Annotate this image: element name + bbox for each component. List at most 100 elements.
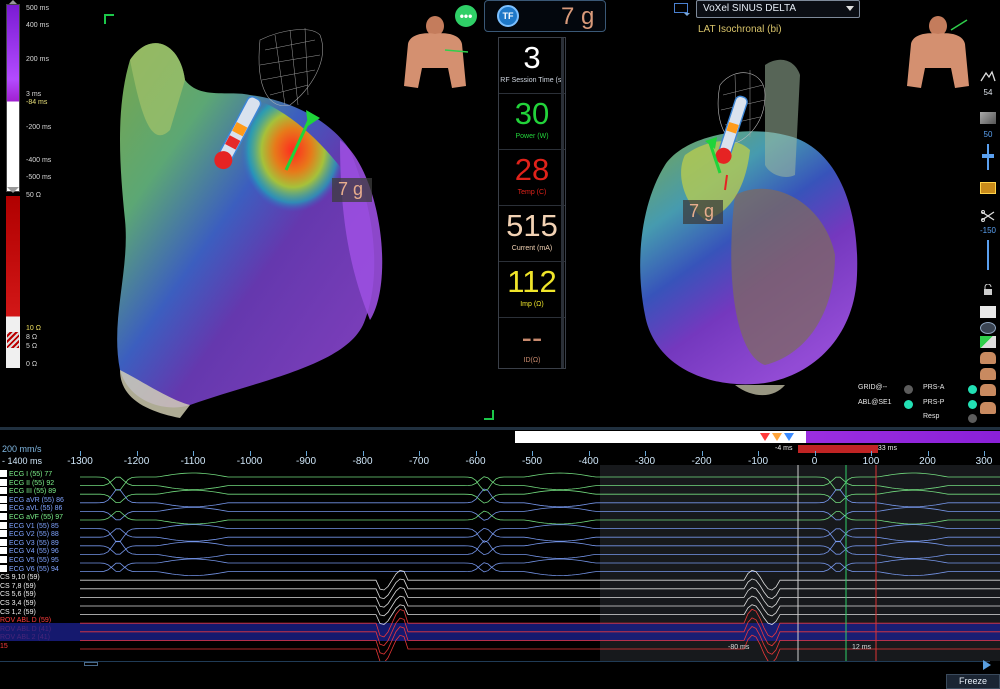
ecg-waveforms[interactable] — [0, 465, 1000, 661]
ellipsis-icon: ••• — [455, 5, 477, 27]
tf-badge: TF — [497, 5, 519, 27]
left-force-value: 7 g — [338, 179, 364, 199]
time-axis-tick-label: -800 — [352, 456, 373, 467]
id-metric: -- ID(Ω) — [499, 318, 565, 374]
view-sphere-icon[interactable] — [980, 322, 996, 334]
time-axis-tick — [80, 451, 81, 456]
current-label: Current (mA) — [511, 245, 553, 252]
torso-back-icon[interactable] — [980, 402, 996, 414]
time-axis-tick-label: 200 — [919, 456, 936, 467]
grid-status-dot — [904, 385, 913, 394]
right-heart-3d-map[interactable] — [625, 55, 865, 405]
time-axis-tick — [645, 451, 646, 456]
time-axis-tick-label: -1100 — [180, 456, 206, 467]
menu-badge[interactable]: ••• — [455, 5, 477, 27]
time-axis-tick — [136, 451, 138, 456]
opacity-icon[interactable] — [980, 112, 996, 124]
prs-p-label: PRS-P — [923, 399, 945, 406]
left-force-badge: 7 g — [332, 178, 372, 202]
imp-scale-label: 0 Ω — [26, 361, 38, 368]
active-window-bar[interactable] — [798, 445, 878, 453]
prs-a-label: PRS-A — [923, 384, 945, 391]
freeze-button[interactable]: Freeze — [946, 674, 1000, 689]
time-axis-tick-label: -200 — [691, 456, 712, 467]
torso-right-icon[interactable] — [980, 384, 996, 396]
tag-icon[interactable] — [980, 336, 996, 348]
time-axis-tick-label: -1300 — [67, 456, 93, 467]
viewport-corner — [104, 14, 114, 24]
torso-orientation-icon[interactable] — [400, 16, 470, 94]
impedance-metric: 112 Imp (Ω) — [499, 262, 565, 318]
time-axis-tick — [758, 451, 759, 456]
current-value: 515 — [506, 208, 558, 243]
threshold-slider[interactable] — [987, 240, 989, 270]
contact-force-header[interactable]: TF 7 g — [484, 0, 606, 32]
scrollbar-thumb[interactable] — [84, 662, 98, 666]
peak-value: 54 — [983, 88, 993, 97]
left-heart-3d-map[interactable] — [110, 20, 400, 420]
time-axis-tick — [871, 451, 872, 456]
power-value: 30 — [514, 96, 550, 131]
temp-value: 28 — [514, 152, 550, 187]
time-axis-tick-label: -500 — [521, 456, 543, 467]
dropdown-toggle-icon[interactable] — [980, 306, 996, 318]
time-axis-tick-label: -700 — [408, 456, 430, 467]
time-axis-tick-label: -100 — [747, 456, 769, 467]
time-axis-tick — [814, 451, 816, 456]
id-label: ID(Ω) — [523, 357, 541, 364]
impedance-value: 112 — [507, 264, 557, 299]
opacity-slider-handle[interactable] — [982, 154, 994, 158]
id-value: -- — [521, 320, 543, 355]
torso-front-icon[interactable] — [980, 352, 996, 364]
time-axis-tick-label: 100 — [862, 456, 880, 467]
time-axis-tick-label: 300 — [975, 456, 993, 467]
right-force-value: 7 g — [689, 201, 715, 221]
imp-scale-label: 50 Ω — [26, 192, 41, 199]
right-toolbar: 54 50 -150 — [976, 70, 1000, 430]
chevron-down-icon — [846, 6, 854, 11]
torso-orientation-icon[interactable] — [903, 16, 973, 94]
panel-splitter[interactable] — [0, 427, 1000, 430]
lat-scale-label: 3 ms — [26, 91, 42, 98]
lat-scale-label: -400 ms — [26, 157, 52, 164]
abl-status-dot — [904, 400, 913, 409]
battery-icon[interactable] — [980, 182, 996, 194]
map-select-dropdown[interactable]: VoXel SINUS DELTA — [696, 0, 860, 18]
threshold-value: -150 — [979, 226, 996, 235]
play-icon[interactable] — [983, 660, 991, 670]
torso-left-icon[interactable] — [980, 368, 996, 380]
temp-metric: 28 Temp (C) — [499, 150, 565, 206]
scissors-icon[interactable] — [980, 210, 996, 222]
lat-color-scale[interactable] — [6, 4, 20, 192]
rf-session-time-label: RF Session Time (s) — [500, 77, 564, 84]
imp-scale-label: 8 Ω — [26, 334, 38, 341]
rf-session-time: 3 RF Session Time (s) — [499, 38, 565, 94]
scale-down-arrow-icon[interactable] — [7, 187, 19, 193]
layout-icon[interactable] — [674, 3, 688, 13]
measure-left-label: -80 ms — [728, 644, 750, 651]
lat-scale-label: -84 ms — [26, 99, 48, 106]
time-axis-tick-label: -1200 — [123, 456, 150, 467]
lat-scale-label: -200 ms — [26, 124, 52, 131]
panel-scrollbar[interactable] — [561, 38, 564, 368]
lat-scale-label: 200 ms — [26, 56, 49, 63]
peak-icon[interactable] — [980, 70, 996, 82]
power-metric: 30 Power (W) — [499, 94, 565, 150]
time-axis-tick-label: 0 — [811, 456, 818, 467]
timeline-scrollbar[interactable] — [0, 661, 990, 667]
time-axis-tick — [701, 451, 703, 456]
layout-caret-icon[interactable] — [684, 13, 690, 16]
time-axis-tick — [249, 451, 251, 456]
opacity-value: 50 — [983, 130, 993, 139]
window-markers[interactable] — [754, 431, 804, 445]
time-axis-tick — [532, 451, 533, 456]
time-axis-tick — [419, 451, 420, 456]
imp-scale-label: 10 Ω — [26, 325, 41, 332]
time-axis-tick-label: -900 — [295, 456, 317, 467]
current-metric: 515 Current (mA) — [499, 206, 565, 262]
lock-icon[interactable] — [980, 284, 996, 296]
abl-status-label: ABL@SE1 — [858, 399, 892, 406]
time-axis-tick — [193, 451, 194, 456]
time-axis-tick-label: -600 — [465, 456, 486, 467]
impedance-label: Imp (Ω) — [520, 301, 544, 308]
